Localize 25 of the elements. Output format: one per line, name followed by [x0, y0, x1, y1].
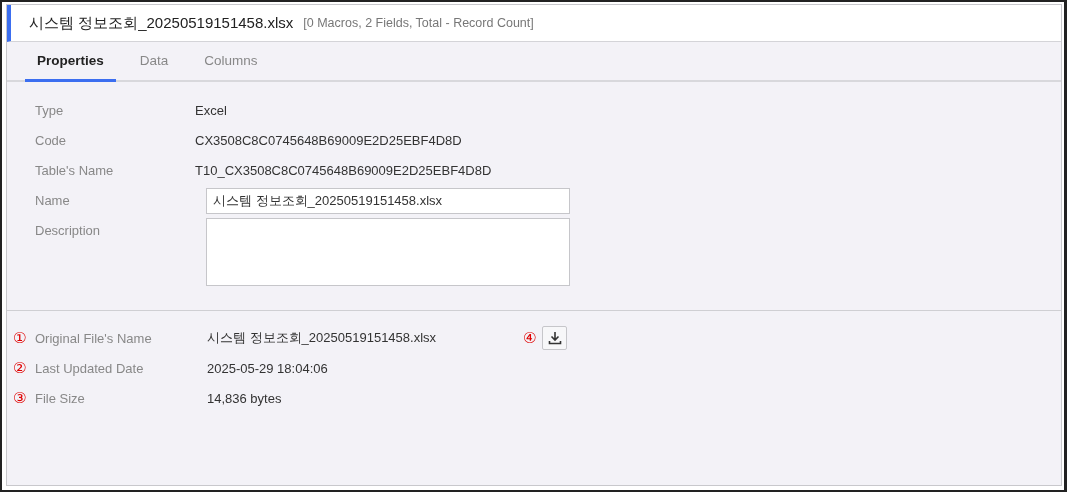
field-value: CX3508C8C0745648B69009E2D25EBF4D8D — [195, 132, 463, 150]
callout-number: ① — [13, 329, 28, 347]
download-button[interactable] — [542, 326, 568, 350]
callout-number: ② — [13, 359, 28, 377]
field-label: Code — [35, 132, 68, 150]
info-label: File Size — [35, 390, 86, 406]
field-label: Name — [35, 192, 71, 210]
description-field[interactable] — [206, 218, 570, 286]
field-value: T10_CX3508C8C0745648B69009E2D25EBF4D8D — [195, 162, 493, 180]
field-label: Table's Name — [35, 162, 115, 180]
download-icon — [547, 331, 562, 345]
callout-number: ④ — [523, 329, 537, 347]
info-value: 14,836 bytes — [207, 390, 283, 406]
field-label: Description — [35, 222, 102, 240]
info-label: Original File's Name — [35, 330, 153, 346]
file-title: 시스템 정보조회_20250519151458.xlsx — [29, 13, 294, 33]
info-label: Last Updated Date — [35, 360, 145, 376]
callout-number: ③ — [13, 389, 28, 407]
file-summary: [0 Macros, 2 Fields, Total - Record Count] — [303, 16, 534, 30]
name-field[interactable]: 시스템 정보조회_20250519151458.xlsx — [206, 188, 570, 214]
info-value: 시스템 정보조회_20250519151458.xlsx — [207, 329, 438, 347]
field-label: Type — [35, 102, 65, 120]
tab[interactable]: Properties — [25, 42, 116, 82]
field-value: Excel — [195, 102, 228, 120]
info-value: 2025-05-29 18:04:06 — [207, 360, 329, 376]
